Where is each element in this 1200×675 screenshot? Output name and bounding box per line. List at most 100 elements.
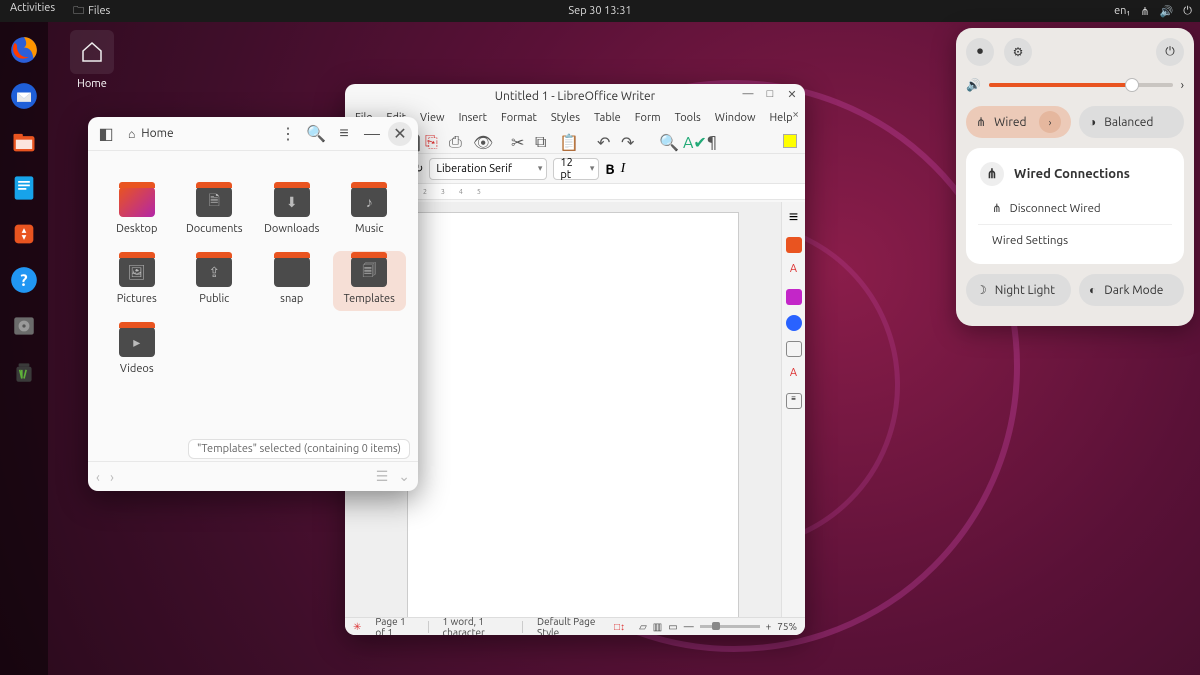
disconnect-wired-option[interactable]: ⋔Disconnect Wired: [966, 194, 1184, 222]
volume-slider[interactable]: [989, 83, 1173, 87]
status-language[interactable]: □↕: [614, 621, 625, 633]
menu-window[interactable]: Window: [715, 112, 756, 124]
clock[interactable]: Sep 30 13:31: [568, 5, 631, 17]
volume-expand-button[interactable]: ›: [1181, 79, 1184, 92]
activities-button[interactable]: Activities: [10, 2, 55, 21]
nav-back-button[interactable]: ‹: [96, 469, 100, 485]
svg-text:?: ?: [20, 272, 27, 290]
wired-settings-option[interactable]: Wired Settings: [966, 227, 1184, 254]
font-name-combo[interactable]: Liberation Serif: [429, 158, 547, 180]
save-status-icon[interactable]: ✳: [353, 621, 361, 633]
view-dropdown-button[interactable]: ⌄: [398, 468, 410, 485]
close-button[interactable]: ✕: [785, 87, 799, 101]
folder-label: Templates: [335, 293, 405, 305]
kebab-menu-button[interactable]: ⋮: [276, 122, 300, 146]
view-book-icon[interactable]: ▭: [668, 621, 677, 633]
find-icon[interactable]: 🔍: [659, 133, 675, 149]
close-button[interactable]: ✕: [388, 122, 412, 146]
software-launcher[interactable]: [4, 214, 44, 254]
folder-desktop[interactable]: Desktop: [100, 181, 174, 241]
folder-templates[interactable]: 🗐Templates: [333, 251, 407, 311]
status-page[interactable]: Page 1 of 1: [375, 616, 413, 636]
firefox-launcher[interactable]: [4, 30, 44, 70]
chevron-right-icon[interactable]: ›: [1039, 111, 1061, 133]
zoom-percent[interactable]: 75%: [777, 621, 797, 632]
copy-icon[interactable]: ⧉: [535, 133, 551, 149]
power-menu-button[interactable]: ⏻: [1156, 38, 1184, 66]
styles-panel-icon[interactable]: A: [786, 263, 802, 279]
redo-icon[interactable]: ↷: [621, 133, 637, 149]
sidebar-settings-icon[interactable]: ≡: [789, 208, 798, 227]
hamburger-menu-button[interactable]: ≡: [332, 122, 356, 146]
style-inspector-icon[interactable]: A: [786, 367, 802, 383]
dark-mode-toggle[interactable]: ◐ Dark Mode: [1079, 274, 1184, 306]
document-page[interactable]: [407, 212, 739, 617]
volume-icon[interactable]: 🔊: [1160, 5, 1174, 18]
export-pdf-icon[interactable]: ⎘: [425, 133, 441, 149]
view-list-button[interactable]: ☰: [376, 468, 389, 485]
manage-changes-icon[interactable]: ≡: [786, 393, 802, 409]
menu-view[interactable]: View: [420, 112, 445, 124]
folder-documents[interactable]: 🗎Documents: [178, 181, 252, 241]
page-panel-icon[interactable]: [786, 341, 802, 357]
nav-forward-button[interactable]: ›: [110, 469, 114, 485]
formatting-marks-icon[interactable]: ¶: [707, 133, 723, 149]
folder-public[interactable]: ⇪Public: [178, 251, 252, 311]
view-multi-icon[interactable]: ▥: [653, 621, 662, 633]
writer-launcher[interactable]: [4, 168, 44, 208]
network-icon[interactable]: ⋔: [1140, 5, 1149, 18]
night-light-toggle[interactable]: ☽ Night Light: [966, 274, 1071, 306]
files-launcher[interactable]: [4, 122, 44, 162]
folder-music[interactable]: ♪Music: [333, 181, 407, 241]
help-launcher[interactable]: ?: [4, 260, 44, 300]
zoom-slider[interactable]: [700, 625, 760, 628]
power-icon[interactable]: ⏻: [1183, 5, 1192, 18]
menu-insert[interactable]: Insert: [459, 112, 487, 124]
cut-icon[interactable]: ✂: [511, 133, 527, 149]
files-menu-button[interactable]: 🗀Files: [73, 2, 110, 21]
folder-pictures[interactable]: 🖼Pictures: [100, 251, 174, 311]
maximize-button[interactable]: □: [763, 87, 777, 101]
undo-icon[interactable]: ↶: [597, 133, 613, 149]
wired-toggle[interactable]: ⋔ Wired ›: [966, 106, 1071, 138]
print-preview-icon[interactable]: 👁: [473, 133, 489, 149]
status-pagestyle[interactable]: Default Page Style: [537, 616, 600, 636]
power-mode-toggle[interactable]: ◑ Balanced: [1079, 106, 1184, 138]
font-size-combo[interactable]: 12 pt: [553, 158, 599, 180]
desktop-home-icon[interactable]: Home: [62, 30, 122, 90]
breadcrumb[interactable]: ⌂Home: [122, 127, 180, 141]
status-wordcount[interactable]: 1 word, 1 character: [443, 616, 509, 636]
folder-videos[interactable]: ▸Videos: [100, 321, 174, 381]
sidebar-toggle-button[interactable]: ◧: [94, 122, 118, 146]
navigator-panel-icon[interactable]: [786, 315, 802, 331]
minimize-button[interactable]: ―: [741, 87, 755, 101]
thunderbird-launcher[interactable]: [4, 76, 44, 116]
menu-tools[interactable]: Tools: [675, 112, 701, 124]
doc-close-button[interactable]: ×: [792, 108, 799, 121]
menu-form[interactable]: Form: [635, 112, 661, 124]
menu-format[interactable]: Format: [501, 112, 537, 124]
input-lang-indicator[interactable]: en₁: [1114, 5, 1130, 17]
zoom-in-button[interactable]: +: [766, 621, 772, 632]
zoom-out-button[interactable]: ―: [684, 621, 694, 632]
minimize-button[interactable]: ―: [360, 122, 384, 146]
gallery-panel-icon[interactable]: [786, 289, 802, 305]
menu-styles[interactable]: Styles: [551, 112, 580, 124]
disk-launcher[interactable]: [4, 306, 44, 346]
settings-button[interactable]: ⚙: [1004, 38, 1032, 66]
spellcheck-icon[interactable]: A✔: [683, 133, 699, 149]
screenshot-button[interactable]: ⏺: [966, 38, 994, 66]
paste-icon[interactable]: 📋: [559, 133, 575, 149]
italic-button[interactable]: I: [621, 161, 626, 177]
search-button[interactable]: 🔍: [304, 122, 328, 146]
folder-downloads[interactable]: ⬇Downloads: [255, 181, 329, 241]
trash-launcher[interactable]: [4, 352, 44, 392]
menu-table[interactable]: Table: [594, 112, 621, 124]
view-single-icon[interactable]: ▱: [639, 621, 647, 633]
highlight-icon[interactable]: [783, 134, 797, 148]
print-icon[interactable]: ⎙: [449, 133, 465, 149]
properties-panel-icon[interactable]: [786, 237, 802, 253]
folder-snap[interactable]: snap: [255, 251, 329, 311]
menu-help[interactable]: Help: [769, 112, 792, 124]
bold-button[interactable]: B: [605, 161, 614, 177]
